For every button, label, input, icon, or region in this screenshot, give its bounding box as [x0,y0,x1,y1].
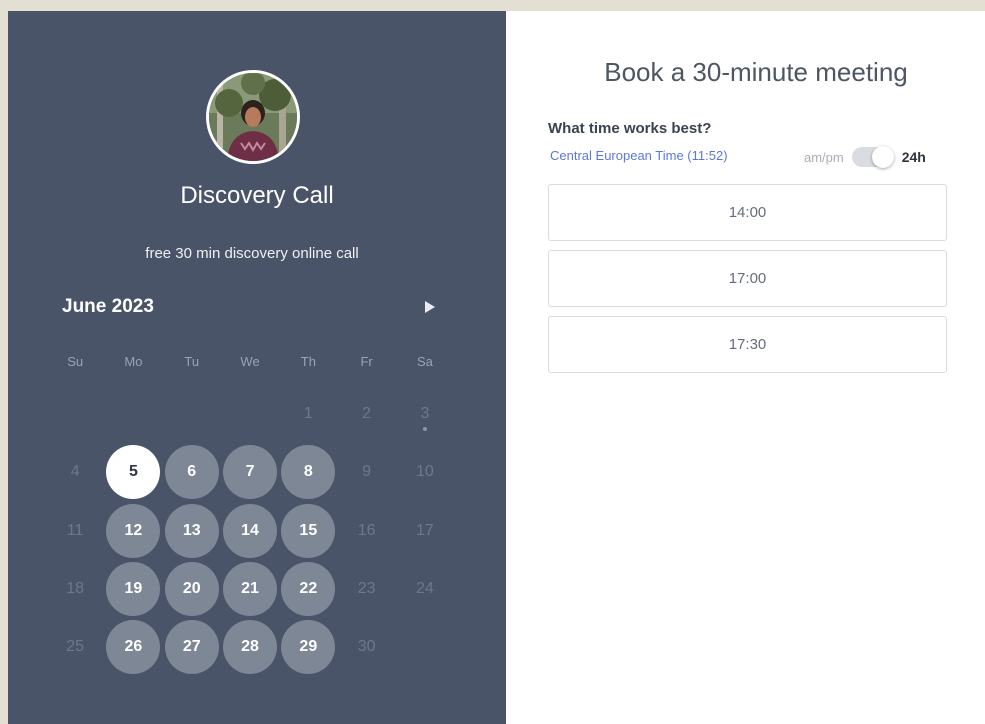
day-number: 14 [223,503,278,558]
day-number: 28 [223,620,278,675]
calendar-day-available[interactable]: 22 [279,560,337,618]
weekday-label: Sa [416,354,433,369]
calendar-day-unavailable: 24 [396,560,454,618]
calendar-day-available[interactable]: 13 [163,502,221,560]
calendar-day-unavailable: 17 [396,502,454,560]
day-number: 27 [164,620,219,675]
calendar-day-unavailable: 1 [279,385,337,443]
time-format-switch: am/pm 24h [804,146,926,168]
calendar-blank-cell [163,385,221,443]
calendar-day-unavailable: 10 [396,443,454,501]
day-number: 2 [362,405,372,423]
calendar-day-available[interactable]: 20 [163,560,221,618]
time-question: What time works best? [548,120,712,137]
booking-widget: Discovery Call free 30 min discovery onl… [8,11,985,724]
day-number: 13 [164,503,219,558]
calendar-day-available[interactable]: 8 [279,443,337,501]
triangle-right-icon[interactable] [421,298,439,316]
weekday-label: Th [300,354,316,369]
day-number: 10 [416,463,434,481]
weekday-label: Tu [184,354,200,369]
day-number: 7 [223,445,278,500]
today-indicator-dot [422,427,427,431]
day-number: 22 [281,562,336,617]
calendar-day-available[interactable]: 7 [221,443,279,501]
calendar-day-unavailable: 4 [46,443,104,501]
day-number: 11 [66,521,84,539]
timezone-link[interactable]: Central European Time (11:52) [550,148,728,163]
day-number: 9 [362,463,372,481]
calendar-day-available[interactable]: 28 [221,618,279,676]
day-number: 1 [303,405,313,423]
day-number: 15 [281,503,336,558]
day-number: 3 [420,405,430,423]
time-slot-list: 14:00 17:00 17:30 [548,184,947,382]
calendar-day-available[interactable]: 12 [104,502,162,560]
toggle-knob [871,146,894,168]
calendar-day-available[interactable]: 21 [221,560,279,618]
time-format-toggle[interactable] [851,146,894,168]
calendar-day-unavailable: 2 [337,385,395,443]
weekday-header: Su Mo Tu We Th Fr Sa [46,354,454,369]
day-number: 12 [106,503,161,558]
day-number: 24 [416,580,434,598]
day-number: 17 [416,521,434,539]
calendar-blank-cell [104,385,162,443]
weekday-label: Mo [124,354,143,369]
format-24h-label[interactable]: 24h [902,149,926,165]
calendar-day-available[interactable]: 27 [163,618,221,676]
calendar-day-available[interactable]: 15 [279,502,337,560]
day-number: 6 [164,445,219,500]
time-slot-button[interactable]: 17:30 [548,316,947,373]
calendar-blank-cell [221,385,279,443]
event-title: Discovery Call [180,182,334,209]
day-number: 26 [106,620,161,675]
weekday-label: Fr [360,354,373,369]
time-slot-button[interactable]: 17:00 [548,250,947,307]
day-number: 20 [164,562,219,617]
day-number: 4 [70,463,80,481]
calendar-day-unavailable: 11 [46,502,104,560]
calendar-day-unavailable: 18 [46,560,104,618]
host-avatar [206,70,300,164]
calendar-day-unavailable: 25 [46,618,104,676]
calendar-blank-cell [46,385,104,443]
day-number: 16 [357,521,376,539]
time-slot-button[interactable]: 14:00 [548,184,947,241]
day-number: 25 [66,638,85,656]
calendar-day-available[interactable]: 6 [163,443,221,501]
calendar-day-unavailable: 30 [337,618,395,676]
weekday-label: Su [67,354,84,369]
calendar-day-available[interactable]: 29 [279,618,337,676]
weekday-label: We [240,354,260,369]
event-description: free 30 min discovery online call [145,245,359,262]
day-number: 19 [106,562,161,617]
day-number: 30 [357,638,376,656]
calendar-day-unavailable: 23 [337,560,395,618]
calendar-day-selected[interactable]: 5 [104,443,162,501]
day-number: 29 [281,620,336,675]
day-number: 21 [223,562,278,617]
day-number: 5 [106,445,161,500]
avatar-photo [209,73,297,161]
format-ampm-label[interactable]: am/pm [804,150,844,165]
calendar-day-available[interactable]: 14 [221,502,279,560]
calendar-day-unavailable: 9 [337,443,395,501]
day-number: 23 [357,580,376,598]
day-number: 8 [281,445,336,500]
calendar-day-unavailable: 16 [337,502,395,560]
calendar-day-unavailable: 3 [396,385,454,443]
event-panel: Discovery Call free 30 min discovery onl… [8,11,506,724]
time-selection-panel: Book a 30-minute meeting What time works… [506,11,985,724]
calendar-days-grid: 1 2 3 4 5 6 7 8 9 10 11 12 13 14 15 16 17 18 19 20 21 22 23 24 2… [46,385,454,676]
month-label: June 2023 [62,296,154,317]
day-number: 18 [66,580,85,598]
booking-heading: Book a 30-minute meeting [604,57,908,87]
calendar-day-available[interactable]: 26 [104,618,162,676]
calendar-day-available[interactable]: 19 [104,560,162,618]
